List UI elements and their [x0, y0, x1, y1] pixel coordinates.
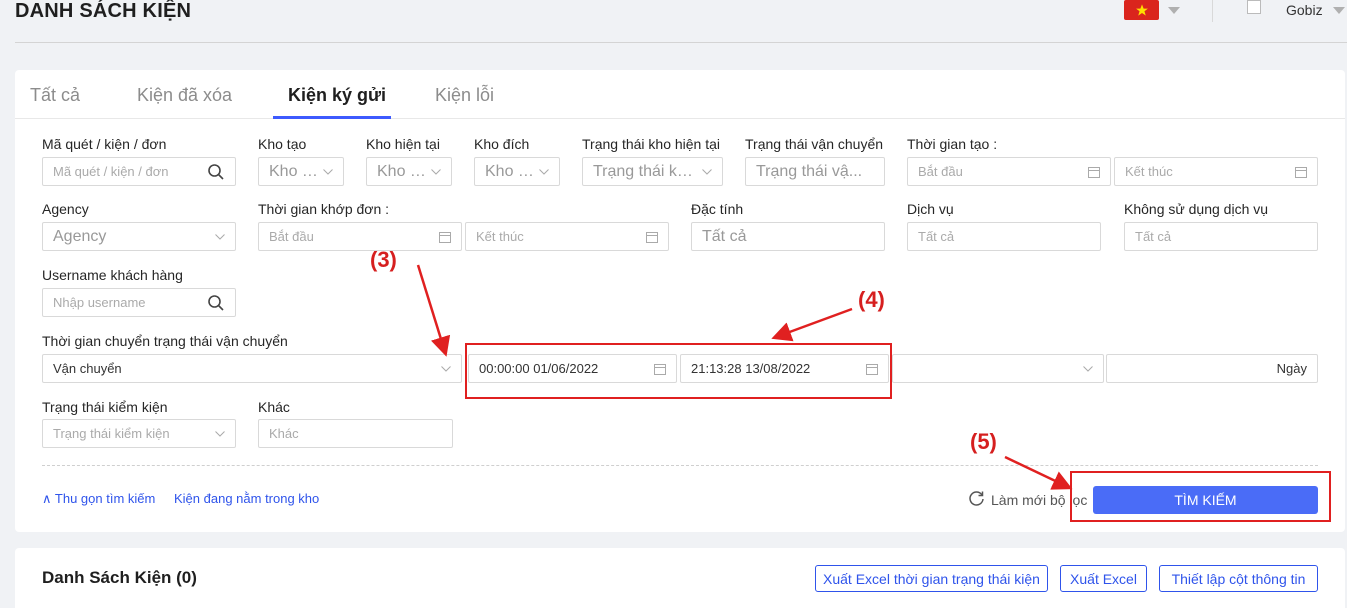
annotation-arrow-5 [1004, 455, 1073, 490]
annotation-arrow-3 [416, 264, 451, 357]
annotation-arrow-4 [771, 307, 853, 342]
annotation-arrows [416, 264, 1073, 490]
